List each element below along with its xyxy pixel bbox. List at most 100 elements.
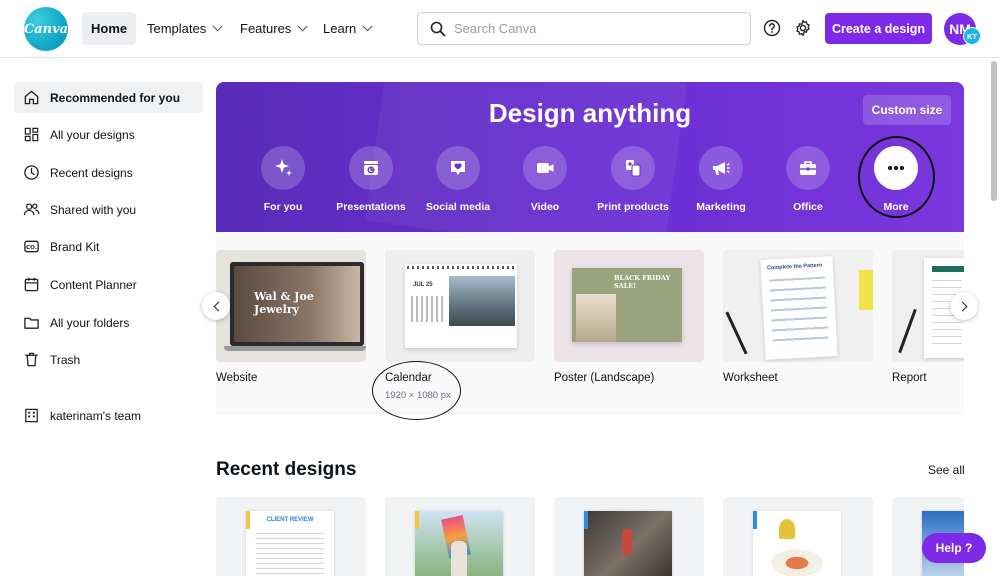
- carousel-prev-button[interactable]: [202, 292, 230, 320]
- team-building-icon: [22, 407, 40, 425]
- sidebar-item-label: Content Planner: [50, 277, 137, 292]
- create-design-button[interactable]: Create a design: [825, 13, 932, 44]
- megaphone-icon: [699, 146, 743, 190]
- template-card-website[interactable]: Wal & Joe Jewelry Website: [216, 250, 366, 384]
- recent-design-thumbnail: [415, 511, 503, 576]
- recent-design-thumbnail: [753, 511, 841, 576]
- sidebar-item-team[interactable]: katerinam's team: [14, 400, 203, 431]
- category-label: Marketing: [696, 201, 746, 213]
- home-icon: [22, 89, 40, 107]
- annotation-circle-calendar: [372, 361, 461, 420]
- category-social-media[interactable]: Social media: [414, 146, 502, 213]
- template-name: Website: [216, 372, 258, 384]
- sidebar-item-content-planner[interactable]: Content Planner: [14, 269, 203, 300]
- template-thumbnail: Wal & Joe Jewelry: [216, 250, 366, 362]
- sidebar-item-all-designs[interactable]: All your designs: [14, 119, 203, 150]
- category-marketing[interactable]: Marketing: [677, 146, 765, 213]
- template-name: Worksheet: [723, 372, 778, 384]
- team-badge-initials: KT: [967, 31, 977, 41]
- custom-size-label: Custom size: [871, 103, 943, 117]
- sidebar-item-trash[interactable]: Trash: [14, 344, 203, 375]
- brand-kit-icon: CO.: [22, 238, 40, 256]
- svg-text:CO.: CO.: [26, 245, 37, 251]
- sidebar-item-recommended[interactable]: Recommended for you: [14, 82, 203, 113]
- create-design-label: Create a design: [831, 21, 926, 36]
- folder-icon: [22, 314, 40, 332]
- sidebar: Recommended for you All your designs Rec…: [0, 59, 215, 576]
- sidebar-item-recent[interactable]: Recent designs: [14, 157, 203, 188]
- template-card-report[interactable]: Report: [892, 250, 964, 384]
- template-thumbnail-text: JUL 25: [413, 282, 433, 288]
- sidebar-item-label: Recommended for you: [50, 90, 181, 105]
- nav-learn[interactable]: Learn: [314, 12, 378, 45]
- sidebar-item-label: Shared with you: [50, 202, 137, 217]
- see-all-link[interactable]: See all: [928, 463, 965, 477]
- canva-home-page: Canva Home Templates Features Learn Crea…: [0, 0, 1000, 576]
- recent-design-card[interactable]: CLIENT REVIEW: [216, 497, 366, 576]
- grid-icon: [22, 126, 40, 144]
- recent-thumbnail-text: CLIENT REVIEW: [266, 517, 314, 523]
- nav-templates-label: Templates: [147, 21, 207, 36]
- search-box[interactable]: [417, 12, 751, 45]
- help-button[interactable]: Help ?: [922, 533, 986, 563]
- category-office[interactable]: Office: [764, 146, 852, 213]
- template-thumbnail-text: BLACK FRIDAY SALE!: [614, 274, 671, 290]
- scrollbar-thumb[interactable]: [991, 61, 997, 201]
- calendar-icon: [22, 276, 40, 294]
- heart-chat-icon: [436, 146, 480, 190]
- template-thumbnail-text: Wal & Joe Jewelry: [254, 290, 314, 316]
- carousel-next-button[interactable]: [950, 292, 978, 320]
- briefcase-icon: [786, 146, 830, 190]
- template-thumbnail: BLACK FRIDAY SALE!: [554, 250, 704, 362]
- template-card-worksheet[interactable]: Complete the Pattern Worksheet: [723, 250, 873, 384]
- settings-gear-icon[interactable]: [792, 17, 814, 39]
- help-question-icon[interactable]: [761, 17, 783, 39]
- nav-home[interactable]: Home: [82, 12, 137, 45]
- nav-templates[interactable]: Templates: [138, 12, 228, 45]
- search-input[interactable]: [454, 21, 734, 36]
- sidebar-item-label: All your folders: [50, 315, 130, 330]
- category-print-products[interactable]: Print products: [589, 146, 677, 213]
- sidebar-item-shared[interactable]: Shared with you: [14, 194, 203, 225]
- sidebar-item-folders[interactable]: All your folders: [14, 307, 203, 338]
- recent-design-thumbnail: [584, 511, 672, 576]
- category-label: Presentations: [336, 201, 406, 213]
- template-name: Report: [892, 372, 927, 384]
- recent-design-card[interactable]: [554, 497, 704, 576]
- category-label: For you: [263, 201, 303, 213]
- nav-features-label: Features: [240, 21, 292, 36]
- category-video[interactable]: Video: [501, 146, 589, 213]
- category-presentations[interactable]: Presentations: [327, 146, 415, 213]
- template-name: Poster (Landscape): [554, 372, 655, 384]
- team-avatar-badge[interactable]: KT: [963, 27, 981, 45]
- sidebar-item-label: Brand Kit: [50, 239, 100, 254]
- recent-design-card[interactable]: [385, 497, 535, 576]
- custom-size-button[interactable]: Custom size: [863, 95, 951, 125]
- recent-design-thumbnail: CLIENT REVIEW: [246, 511, 334, 576]
- annotation-circle-more: [858, 136, 935, 218]
- banner-title: Design anything: [488, 98, 692, 128]
- design-anything-banner: Design anything Custom size For you Pres…: [216, 82, 964, 232]
- sidebar-item-brand-kit[interactable]: CO. Brand Kit: [14, 231, 203, 262]
- logo-text: Canva: [23, 21, 69, 37]
- page-scrollbar[interactable]: [990, 59, 998, 576]
- category-for-you[interactable]: For you: [239, 146, 327, 213]
- nav-features[interactable]: Features: [231, 12, 313, 45]
- template-thumbnail: JUL 25: [385, 250, 535, 362]
- chevron-down-icon: [362, 21, 373, 32]
- category-label: Print products: [597, 201, 669, 213]
- canva-logo[interactable]: Canva: [24, 7, 68, 51]
- category-label: Office: [793, 201, 823, 213]
- print-icon: [611, 146, 655, 190]
- recent-designs-heading: Recent designs: [216, 459, 357, 480]
- presentation-icon: [349, 146, 393, 190]
- chevron-right-icon: [957, 301, 967, 311]
- chevron-down-icon: [212, 21, 223, 32]
- top-bar: Canva Home Templates Features Learn Crea…: [0, 0, 1000, 58]
- people-icon: [22, 201, 40, 219]
- recent-design-card[interactable]: [723, 497, 873, 576]
- sidebar-item-label: Trash: [50, 352, 81, 367]
- template-card-poster-landscape[interactable]: BLACK FRIDAY SALE! Poster (Landscape): [554, 250, 704, 384]
- category-label: Social media: [425, 201, 491, 213]
- search-icon: [430, 21, 446, 36]
